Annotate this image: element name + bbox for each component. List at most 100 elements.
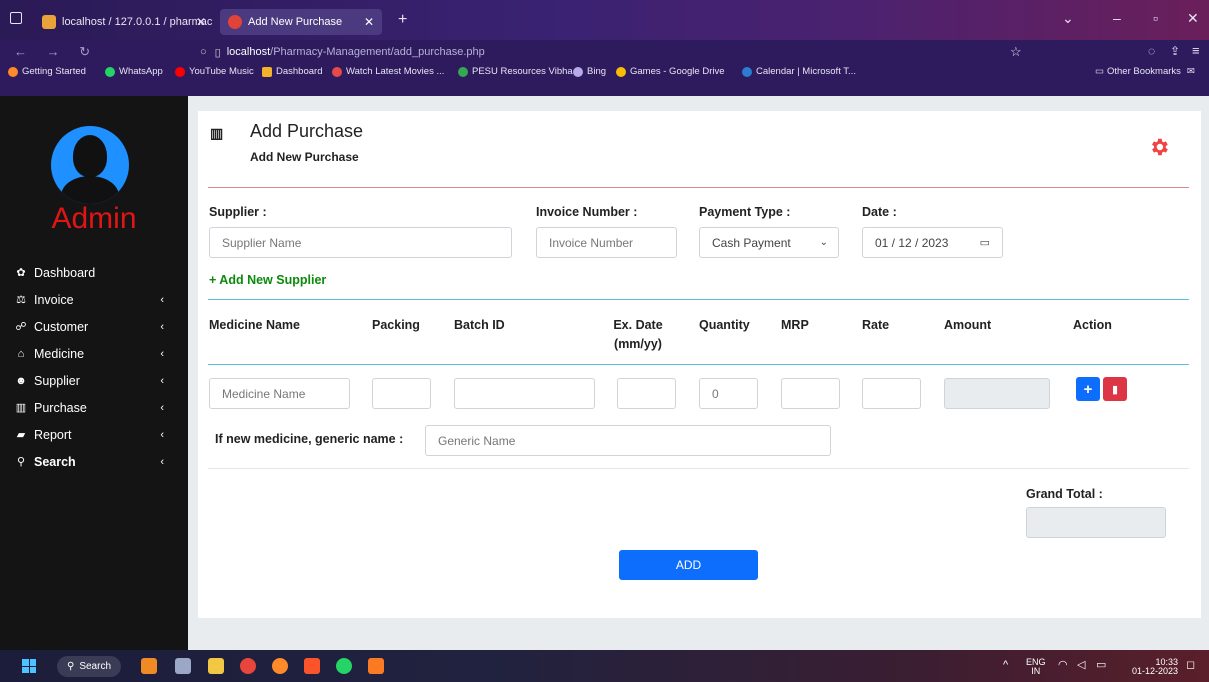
pocket-icon[interactable]: ◌ bbox=[1148, 44, 1155, 58]
chevron-up-icon[interactable]: ^ bbox=[1003, 660, 1008, 671]
payment-type-value: Cash Payment bbox=[712, 235, 791, 250]
new-tab-icon[interactable]: + bbox=[398, 11, 407, 29]
col-header-mrp: MRP bbox=[781, 318, 809, 332]
sidebar-item-report[interactable]: ▰ Report ‹ bbox=[0, 421, 188, 448]
taskbar-search[interactable]: ⚲ Search bbox=[57, 656, 121, 677]
gear-icon[interactable] bbox=[1148, 136, 1170, 158]
bookmark-whatsapp[interactable]: WhatsApp bbox=[105, 66, 163, 77]
other-bookmarks[interactable]: ▭ Other Bookmarks ✉ bbox=[1095, 66, 1195, 77]
add-button[interactable]: ADD bbox=[619, 550, 758, 580]
sidebar-item-medicine[interactable]: ⌂ Medicine ‹ bbox=[0, 340, 188, 367]
language-indicator[interactable]: ENG IN bbox=[1026, 658, 1046, 676]
brave-icon[interactable] bbox=[304, 658, 320, 674]
generic-name-placeholder: Generic Name bbox=[438, 433, 516, 448]
tab-label: localhost / 127.0.0.1 / pharmac bbox=[62, 16, 213, 28]
delete-row-button[interactable]: ▮ bbox=[1103, 377, 1127, 401]
search-icon: ⚲ bbox=[67, 661, 75, 672]
quantity-input[interactable]: 0 bbox=[699, 378, 758, 409]
col-header-packing: Packing bbox=[372, 318, 420, 332]
close-window-icon[interactable]: ✕ bbox=[1187, 10, 1199, 27]
search-icon: ⚲ bbox=[16, 456, 26, 468]
clock[interactable]: 10:33 01-12-2023 bbox=[1128, 658, 1178, 676]
drive-icon bbox=[458, 66, 468, 77]
menu-icon[interactable]: ≡ bbox=[1192, 43, 1200, 58]
firefox-icon[interactable] bbox=[272, 658, 288, 674]
tab-list-icon[interactable] bbox=[10, 12, 22, 24]
sidebar-item-search[interactable]: ⚲ Search ‹ bbox=[0, 448, 188, 475]
restore-icon[interactable]: ▫ bbox=[1153, 10, 1158, 26]
calendar-icon bbox=[742, 66, 752, 77]
date-input[interactable]: 01 / 12 / 2023 ▭ bbox=[862, 227, 1003, 258]
sidebar-item-label: Supplier bbox=[34, 373, 80, 388]
date-value: 01 / 12 / 2023 bbox=[875, 235, 949, 250]
scale-icon: ⚖ bbox=[16, 294, 26, 306]
tab-phpmyadmin[interactable]: localhost / 127.0.0.1 / pharmac ✕ bbox=[34, 9, 214, 35]
mail-icon[interactable]: ✉ bbox=[1187, 66, 1195, 77]
close-icon[interactable]: ✕ bbox=[196, 15, 206, 29]
chrome-icon[interactable] bbox=[240, 658, 256, 674]
chevron-left-icon: ‹ bbox=[160, 455, 164, 468]
url-bar[interactable]: ○ ▯ localhost /Pharmacy-Management/add_p… bbox=[200, 40, 1020, 64]
sidebar-item-customer[interactable]: ☍ Customer ‹ bbox=[0, 313, 188, 340]
calendar-icon[interactable]: ▭ bbox=[980, 236, 990, 249]
bookmark-bing[interactable]: Bing bbox=[573, 66, 606, 77]
mrp-input[interactable] bbox=[781, 378, 840, 409]
bookmark-movies[interactable]: Watch Latest Movies ... bbox=[332, 66, 444, 77]
star-icon[interactable]: ☆ bbox=[1010, 44, 1022, 60]
invoice-number-input[interactable]: Invoice Number bbox=[536, 227, 677, 258]
medicine-name-input[interactable]: Medicine Name bbox=[209, 378, 350, 409]
payment-type-select[interactable]: Cash Payment ⌄ bbox=[699, 227, 839, 258]
minimize-icon[interactable]: – bbox=[1113, 10, 1121, 26]
bookmark-pesu[interactable]: PESU Resources Vibha... bbox=[458, 66, 581, 77]
ex-date-input[interactable] bbox=[617, 378, 676, 409]
browser-tab-bar: localhost / 127.0.0.1 / pharmac ✕ Add Ne… bbox=[0, 0, 1209, 40]
whatsapp-icon[interactable] bbox=[336, 658, 352, 674]
url-path: /Pharmacy-Management/add_purchase.php bbox=[270, 46, 485, 58]
volume-icon[interactable]: ◁ bbox=[1077, 660, 1085, 671]
col-header-quantity: Quantity bbox=[699, 318, 750, 332]
rate-input[interactable] bbox=[862, 378, 921, 409]
bookmark-youtube-music[interactable]: YouTube Music bbox=[175, 66, 254, 77]
url-host: localhost bbox=[226, 46, 271, 58]
table-header-divider bbox=[208, 364, 1189, 365]
sidebar-item-invoice[interactable]: ⚖ Invoice ‹ bbox=[0, 286, 188, 313]
sidebar-item-supplier[interactable]: ☻ Supplier ‹ bbox=[0, 367, 188, 394]
sidebar-item-dashboard[interactable]: ✿ Dashboard bbox=[0, 259, 188, 286]
task-view-icon[interactable] bbox=[175, 658, 191, 674]
notification-icon[interactable]: ◻ bbox=[1186, 660, 1195, 671]
file-explorer-icon[interactable] bbox=[208, 658, 224, 674]
book-icon: ▰ bbox=[16, 429, 26, 441]
close-icon[interactable]: ✕ bbox=[364, 15, 374, 29]
tab-dropdown-icon[interactable]: ⌄ bbox=[1062, 10, 1074, 27]
chevron-left-icon: ‹ bbox=[160, 428, 164, 441]
date-label: Date : bbox=[862, 205, 897, 219]
nav-arrows-icon[interactable]: ← → ↻ bbox=[14, 44, 98, 60]
clock-date: 01-12-2023 bbox=[1131, 666, 1178, 676]
add-row-button[interactable]: + bbox=[1076, 377, 1100, 401]
battery-icon[interactable]: ▭ bbox=[1096, 660, 1106, 671]
bookmark-games[interactable]: Games - Google Drive bbox=[616, 66, 725, 77]
add-new-supplier-link[interactable]: + Add New Supplier bbox=[209, 273, 326, 287]
bookmark-getting-started[interactable]: Getting Started bbox=[8, 66, 86, 77]
col-header-action: Action bbox=[1073, 318, 1112, 332]
bookmark-dashboard[interactable]: Dashboard bbox=[262, 66, 322, 77]
tab-add-purchase[interactable]: Add New Purchase ✕ bbox=[220, 9, 382, 35]
packing-input[interactable] bbox=[372, 378, 431, 409]
batch-id-input[interactable] bbox=[454, 378, 595, 409]
wifi-icon[interactable]: ◠ bbox=[1058, 660, 1068, 671]
generic-name-input[interactable]: Generic Name bbox=[425, 425, 831, 456]
xampp-panel-icon[interactable] bbox=[368, 658, 384, 674]
bookmark-label: YouTube Music bbox=[189, 66, 254, 77]
navigation-bar: ← → ↻ ○ ▯ localhost /Pharmacy-Management… bbox=[0, 40, 1209, 64]
chevron-left-icon: ‹ bbox=[160, 293, 164, 306]
supplier-input[interactable]: Supplier Name bbox=[209, 227, 512, 258]
tab-label: Add New Purchase bbox=[248, 16, 343, 28]
bookmark-calendar[interactable]: Calendar | Microsoft T... bbox=[742, 66, 856, 77]
invoice-number-label: Invoice Number : bbox=[536, 205, 638, 219]
page-title: Add Purchase bbox=[250, 121, 364, 141]
windows-start-icon[interactable] bbox=[22, 659, 36, 673]
xampp-icon[interactable] bbox=[141, 658, 157, 674]
extensions-icon[interactable]: ⇪ bbox=[1170, 44, 1180, 58]
sidebar-item-purchase[interactable]: ▥ Purchase ‹ bbox=[0, 394, 188, 421]
generic-name-label: If new medicine, generic name : bbox=[215, 432, 404, 446]
